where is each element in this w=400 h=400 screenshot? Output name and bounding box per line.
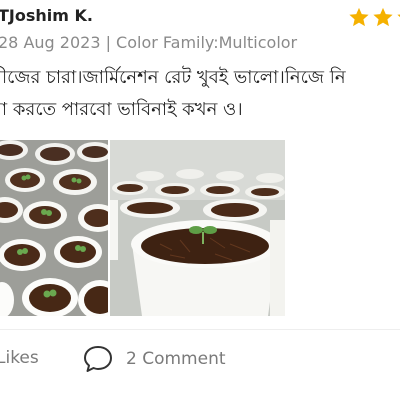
review-text-line: রা করতে পারবো ভাবিনাই কখন ও। bbox=[0, 99, 243, 120]
comment-button[interactable]: 2 Comment bbox=[82, 344, 226, 374]
review-text: বীজের চারা।জার্মিনেশন রেট খুবই ভালো।নিজে… bbox=[0, 62, 400, 126]
star-icon bbox=[397, 14, 400, 18]
seedling-trays-photo-icon bbox=[0, 140, 108, 316]
comment-count-label: 2 Comment bbox=[126, 349, 226, 369]
likes-button[interactable]: Likes bbox=[0, 348, 39, 368]
rating-stars bbox=[348, 6, 400, 28]
review-photo-2[interactable] bbox=[110, 140, 285, 316]
review-text-line: বীজের চারা।জার্মিনেশন রেট খুবই ভালো।নিজে… bbox=[0, 67, 346, 88]
reviewer-name: TJoshim K. bbox=[0, 6, 93, 25]
star-icon bbox=[349, 7, 369, 27]
review-photo-1[interactable] bbox=[0, 140, 108, 316]
speech-bubble-icon bbox=[84, 346, 112, 372]
seedling-pot-photo-icon bbox=[110, 140, 285, 316]
star-icon bbox=[373, 7, 393, 27]
divider bbox=[0, 329, 400, 330]
review-meta: 28 Aug 2023 | Color Family:Multicolor bbox=[0, 33, 298, 52]
